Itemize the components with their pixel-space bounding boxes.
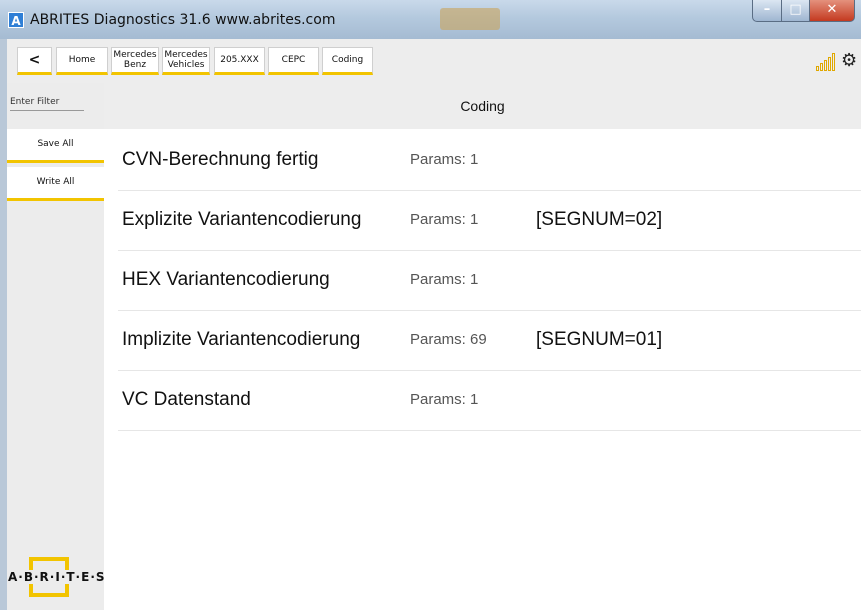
abrites-logo: A·B·R·I·T·E·S: [7, 555, 107, 599]
titlebar-decoration: [440, 8, 500, 30]
window-title: ABRITES Diagnostics 31.6 www.abrites.com: [30, 12, 336, 28]
title-bar: A ABRITES Diagnostics 31.6 www.abrites.c…: [0, 0, 861, 39]
breadcrumb-cepc[interactable]: CEPC: [268, 47, 319, 75]
coding-name: Implizite Variantencodierung: [122, 329, 361, 350]
coding-params: Params: 1: [410, 391, 479, 408]
coding-segnum: [SEGNUM=01]: [536, 329, 663, 350]
save-all-button[interactable]: Save All: [7, 129, 104, 163]
minimize-button[interactable]: –: [752, 0, 782, 22]
coding-params: Params: 69: [410, 331, 487, 348]
signal-strength-icon: [816, 53, 838, 71]
main-panel: Coding CVN-Berechnung fertig Params: 1 E…: [104, 83, 861, 610]
filter-input[interactable]: Enter Filter: [10, 97, 84, 111]
app-logo-icon: A: [8, 12, 24, 28]
breadcrumb-mercedes-benz[interactable]: Mercedes Benz: [111, 47, 159, 75]
coding-params: Params: 1: [410, 211, 479, 228]
breadcrumb-home[interactable]: Home: [56, 47, 108, 75]
coding-name: HEX Variantencodierung: [122, 269, 330, 290]
coding-name: CVN-Berechnung fertig: [122, 149, 319, 170]
breadcrumb-coding[interactable]: Coding: [322, 47, 373, 75]
coding-name: VC Datenstand: [122, 389, 251, 410]
breadcrumb-205xxx[interactable]: 205.XXX: [214, 47, 265, 75]
maximize-button[interactable]: □: [781, 0, 810, 22]
breadcrumb: < Home Mercedes Benz Mercedes Vehicles 2…: [7, 39, 861, 84]
coding-row[interactable]: HEX Variantencodierung Params: 1: [118, 250, 861, 311]
coding-segnum: [SEGNUM=02]: [536, 209, 663, 230]
close-button[interactable]: ✕: [809, 0, 855, 22]
sidebar: Enter Filter Save All Write All A·B·R·I·…: [7, 83, 107, 610]
page-header: Coding: [104, 83, 861, 129]
coding-row[interactable]: VC Datenstand Params: 1: [118, 370, 861, 431]
gear-icon[interactable]: ⚙: [841, 51, 857, 71]
app-window: A ABRITES Diagnostics 31.6 www.abrites.c…: [0, 0, 861, 610]
logo-text: A·B·R·I·T·E·S: [7, 570, 107, 584]
write-all-button[interactable]: Write All: [7, 167, 104, 201]
page-title: Coding: [460, 98, 505, 114]
coding-name: Explizite Variantencodierung: [122, 209, 362, 230]
window-left-border: [0, 39, 7, 610]
coding-row[interactable]: Implizite Variantencodierung Params: 69 …: [118, 310, 861, 371]
coding-params: Params: 1: [410, 271, 479, 288]
coding-row[interactable]: Explizite Variantencodierung Params: 1 […: [118, 190, 861, 251]
coding-params: Params: 1: [410, 151, 479, 168]
coding-row[interactable]: CVN-Berechnung fertig Params: 1: [118, 130, 861, 191]
breadcrumb-mercedes-vehicles[interactable]: Mercedes Vehicles: [162, 47, 210, 75]
back-button[interactable]: <: [17, 47, 52, 75]
